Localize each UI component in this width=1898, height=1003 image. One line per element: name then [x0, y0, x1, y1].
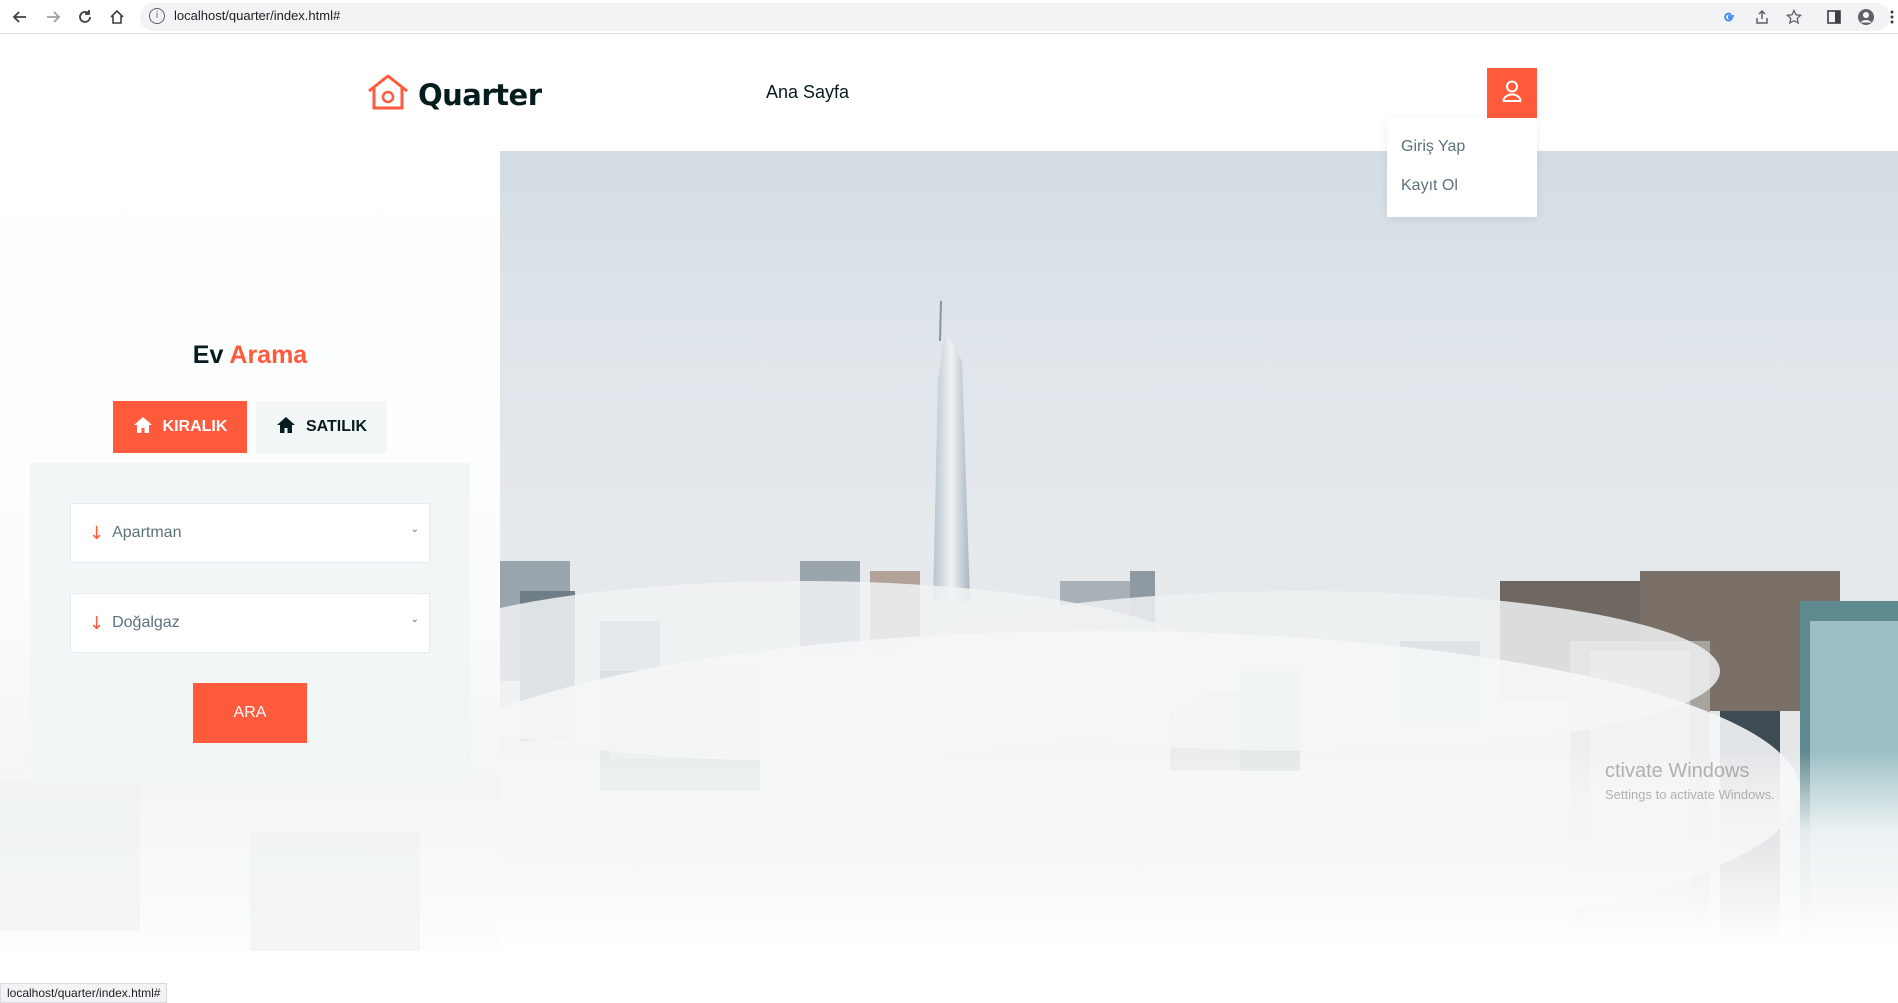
share-icon[interactable]	[1750, 5, 1774, 29]
browser-toolbar: i localhost/quarter/index.html#	[0, 0, 1898, 34]
arrow-down-icon: ↓	[89, 522, 105, 544]
register-link[interactable]: Kayıt Ol	[1401, 177, 1458, 195]
background-building-shape	[250, 831, 420, 951]
chevron-down-icon: ⌄	[410, 524, 419, 535]
menu-icon[interactable]	[1880, 5, 1898, 29]
login-link[interactable]: Giriş Yap	[1401, 138, 1465, 156]
property-type-select[interactable]: ↓ Apartman ⌄	[70, 503, 430, 563]
tab-sale-label: SATILIK	[305, 418, 368, 435]
sidepanel-icon[interactable]	[1822, 5, 1846, 29]
property-type-value: Apartman	[112, 524, 182, 541]
nav-home-link[interactable]: Ana Sayfa	[766, 82, 849, 103]
search-title: Ev Arama	[192, 341, 308, 369]
hero-image	[500, 151, 1898, 951]
arrow-down-icon: ↓	[89, 612, 105, 634]
heating-type-select[interactable]: ↓ Doğalgaz ⌄	[70, 593, 430, 653]
watermark-line1: ctivate Windows	[1605, 760, 1750, 782]
house-logo-icon	[366, 73, 410, 116]
search-button[interactable]: ARA	[193, 683, 307, 743]
star-icon[interactable]	[1782, 5, 1806, 29]
tab-rent-label: KIRALIK	[162, 418, 228, 435]
chevron-down-icon: ⌄	[410, 614, 419, 625]
user-dropdown: Giriş Yap Kayıt Ol	[1387, 118, 1537, 217]
google-icon[interactable]	[1717, 5, 1741, 29]
home-icon	[276, 416, 296, 439]
user-menu-button[interactable]	[1487, 68, 1537, 118]
profile-icon[interactable]	[1854, 5, 1878, 29]
search-form: ↓ Apartman ⌄ ↓ Doğalgaz ⌄ ARA	[30, 463, 470, 783]
home-icon	[133, 416, 153, 439]
site-header: Quarter Ana Sayfa	[0, 35, 1898, 151]
tab-sale[interactable]: SATILIK	[256, 401, 387, 453]
activate-windows-watermark: ctivate Windows Settings to activate Win…	[1605, 760, 1775, 802]
forward-icon[interactable]	[41, 5, 65, 29]
heating-type-value: Doğalgaz	[112, 614, 180, 631]
background-building-shape	[0, 781, 140, 931]
site-info-icon[interactable]: i	[149, 8, 165, 24]
home-icon[interactable]	[105, 5, 129, 29]
city-skyline-illustration	[500, 300, 1898, 951]
watermark-line2: Settings to activate Windows.	[1605, 787, 1775, 802]
tab-rent[interactable]: KIRALIK	[113, 401, 247, 453]
brand-name: Quarter	[418, 77, 542, 112]
status-bar: localhost/quarter/index.html#	[0, 983, 168, 1003]
search-panel: Ev Arama KIRALIK SATILIK ↓ Apartman ⌄ ↓ …	[0, 151, 500, 951]
address-bar[interactable]	[140, 3, 1890, 31]
user-icon	[1502, 80, 1522, 107]
reload-icon[interactable]	[73, 5, 97, 29]
back-icon[interactable]	[8, 5, 32, 29]
site-logo[interactable]: Quarter	[366, 73, 542, 116]
address-text[interactable]: localhost/quarter/index.html#	[174, 8, 340, 23]
